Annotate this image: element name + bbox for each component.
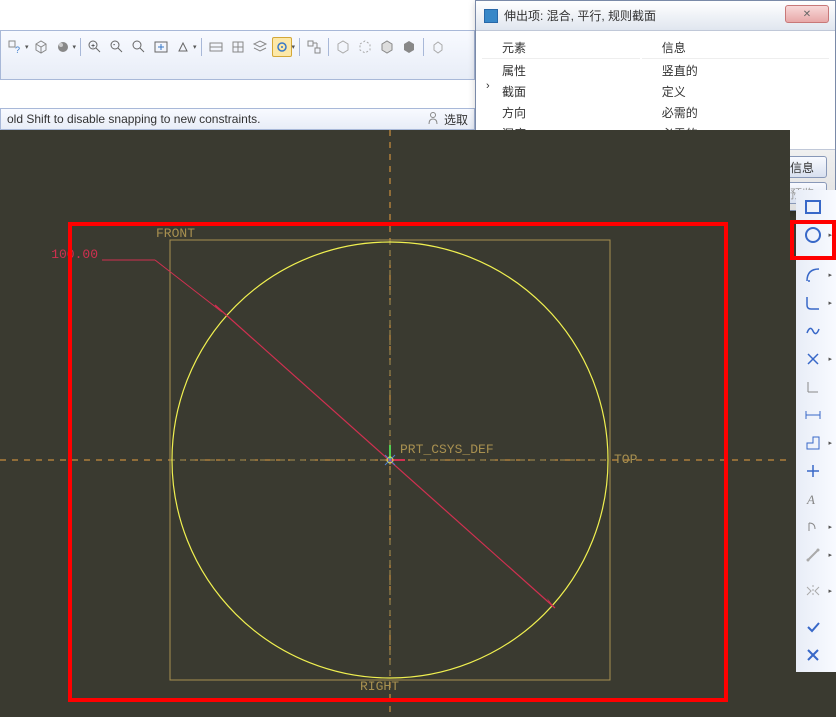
zoom-in-icon[interactable]: + [85,37,105,57]
wireframe-icon[interactable] [333,37,353,57]
select-label[interactable]: 选取 [444,111,468,128]
spline-tool-icon[interactable] [798,318,828,344]
mirror-tool-icon[interactable]: ▸ [798,578,828,604]
view-icon-1[interactable] [206,37,226,57]
close-button[interactable]: ✕ [785,5,829,23]
zoom-fit-icon[interactable] [129,37,149,57]
col-element: 元素 [482,37,640,59]
point-display-icon[interactable] [272,37,292,57]
dialog-titlebar[interactable]: 伸出项: 混合, 平行, 规则截面 ✕ [476,1,835,31]
no-hidden-icon[interactable] [377,37,397,57]
dialog-title: 伸出项: 混合, 平行, 规则截面 [504,7,656,24]
sketch-canvas[interactable]: 100.00 FRONT RIGHT TOP PRT_CSYS_DEF [0,130,790,714]
csys-label: PRT_CSYS_DEF [400,442,494,457]
dialog-icon [484,9,498,23]
fillet-tool-icon[interactable]: ▸ [798,290,828,316]
rectangle-tool-icon[interactable] [798,194,828,220]
svg-text:-: - [113,42,116,49]
text-tool-icon[interactable]: A [798,486,828,512]
status-bar: old Shift to disable snapping to new con… [0,108,475,130]
edge-tool-icon[interactable]: ▸ [798,542,828,568]
zoom-out-icon[interactable]: - [107,37,127,57]
sphere-icon[interactable] [53,37,73,57]
point-tool-icon[interactable]: ▸ [798,346,828,372]
dropdown-icon[interactable]: ▾ [73,43,77,51]
svg-text:?: ? [15,45,20,55]
current-row-marker: › [486,80,490,92]
sketch-tool-palette: ▸ ▸ ▸ ▸ ▸ A ▸ ▸ ▸ [796,190,836,672]
quit-icon[interactable] [798,642,828,668]
refit-icon[interactable] [151,37,171,57]
model-tree-icon[interactable] [304,37,324,57]
table-row[interactable]: 截面 定义 [482,82,829,101]
done-icon[interactable] [798,614,828,640]
right-label: RIGHT [360,679,399,694]
circle-tool-icon[interactable]: ▸ [798,222,828,248]
layers-icon[interactable] [250,37,270,57]
status-message: old Shift to disable snapping to new con… [7,112,261,126]
cube-small-icon[interactable] [428,37,448,57]
constraint-tool-icon[interactable] [798,458,828,484]
person-icon [426,111,440,128]
trim-tool-icon[interactable]: ▸ [798,514,828,540]
cube-icon[interactable] [31,37,51,57]
main-toolbar: ? ▾ ▾ + - ▾ ▾ [0,30,475,80]
table-row[interactable]: 方向 必需的 [482,103,829,122]
shaded-icon[interactable] [399,37,419,57]
svg-text:+: + [91,43,95,50]
dropdown-icon[interactable]: ▾ [193,43,197,51]
svg-text:A: A [806,492,815,507]
dropdown-icon[interactable]: ▾ [25,43,29,51]
orient-icon[interactable] [173,37,193,57]
arc-tool-icon[interactable]: ▸ [798,262,828,288]
dropdown-icon[interactable]: ▾ [292,43,296,51]
modify-tool-icon[interactable]: ▸ [798,430,828,456]
query-icon[interactable]: ? [5,37,25,57]
coord-tool-icon[interactable] [798,374,828,400]
element-table: 元素 信息 属性 竖直的 截面 定义 方向 必需的 深度 必需的 [480,35,831,145]
hidden-line-icon[interactable] [355,37,375,57]
dimension-tool-icon[interactable] [798,402,828,428]
col-info: 信息 [642,37,829,59]
dimension-text[interactable]: 100.00 [51,247,98,262]
view-icon-2[interactable] [228,37,248,57]
table-row[interactable]: 属性 竖直的 [482,61,829,80]
front-label: FRONT [156,226,195,241]
top-label: TOP [614,452,638,467]
